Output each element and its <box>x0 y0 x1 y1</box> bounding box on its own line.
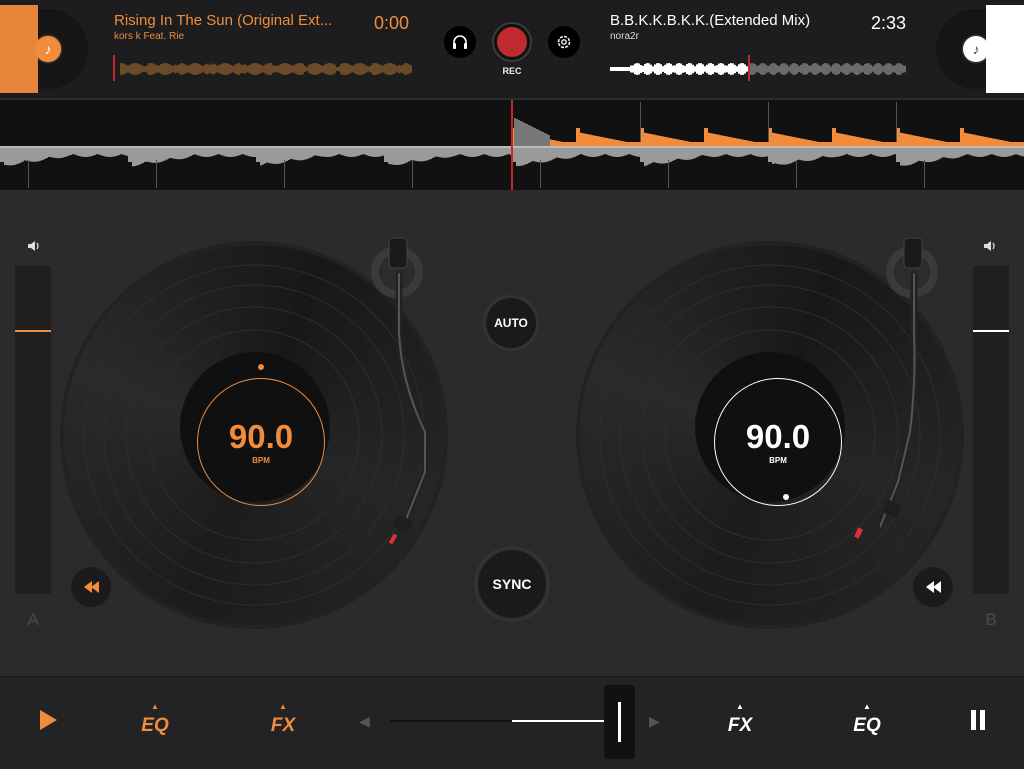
headphones-button[interactable] <box>444 26 476 58</box>
deck-b-album[interactable]: ♪ <box>934 5 1024 93</box>
play-icon <box>40 710 57 730</box>
deck-b-title: B.B.K.K.B.K.K.(Extended Mix) <box>610 12 811 29</box>
deck-b-artist: nora2r <box>610 31 639 42</box>
deck-b-bpm-label: BPM <box>769 455 787 465</box>
deck-b-bpm-display[interactable]: 90.0 BPM <box>714 378 842 506</box>
rewind-icon <box>926 581 941 593</box>
volume-icon <box>28 241 39 251</box>
deck-a-time: 0:00 <box>374 13 410 33</box>
volume-icon <box>984 241 995 251</box>
caret-up-icon: ▲ <box>736 702 744 711</box>
deck-b-pause-button[interactable] <box>960 695 996 745</box>
deck-b-mini-waveform[interactable] <box>610 55 908 81</box>
crossfader-track-left <box>390 720 512 722</box>
caret-up-icon: ▲ <box>279 702 287 711</box>
caret-up-icon: ▲ <box>151 702 159 711</box>
caret-up-icon: ▲ <box>863 702 871 711</box>
deck-a-volume-handle[interactable] <box>15 330 51 332</box>
deck-b-time: 2:33 <box>871 13 907 33</box>
deck-a-album[interactable]: ♪ ♪ <box>0 5 90 93</box>
deck-a-eq-button[interactable]: ▲ EQ <box>130 695 180 745</box>
deck-b-bpm-value: 90.0 <box>745 417 811 455</box>
pause-icon <box>971 710 985 730</box>
gear-icon <box>557 35 571 49</box>
deck-b-cue-button[interactable] <box>913 567 953 607</box>
deck-b-side-label: B <box>985 610 997 629</box>
deck-b-volume-fader[interactable] <box>973 266 1009 594</box>
deck-b-tonearm[interactable] <box>880 232 960 552</box>
music-note-icon: ♪ <box>963 36 989 62</box>
deck-a-artist: kors k Feat. Rie <box>114 31 185 42</box>
crossfader-handle[interactable] <box>604 685 635 759</box>
deck-b-volume-handle[interactable] <box>973 330 1009 332</box>
settings-button[interactable] <box>548 26 580 58</box>
sync-button[interactable]: SYNC <box>478 550 546 618</box>
rewind-icon <box>84 581 99 593</box>
deck-a-fx-button[interactable]: ▲ FX <box>258 695 308 745</box>
deck-b-position-dot <box>783 494 789 500</box>
deck-a-bpm-label: BPM <box>252 455 270 465</box>
deck-a-volume-fader[interactable] <box>15 266 51 594</box>
deck-a-bpm-value: 90.0 <box>228 417 294 455</box>
music-note-icon: ♪ <box>35 36 61 62</box>
deck-a-title: Rising In The Sun (Original Ext... <box>114 12 333 29</box>
deck-a-sleeve <box>0 5 38 93</box>
deck-a-eq-label: EQ <box>141 715 169 736</box>
deck-a-play-button[interactable] <box>30 695 66 745</box>
overview-waveform[interactable] <box>0 100 1024 190</box>
crossfader-right-arrow-icon[interactable]: ▶ <box>649 713 660 730</box>
crossfader-handle-line <box>618 702 621 742</box>
deck-b-fx-button[interactable]: ▲ FX <box>715 695 765 745</box>
headphones-icon <box>453 35 467 49</box>
rec-label: REC <box>502 66 522 76</box>
deck-a-cue-button[interactable] <box>71 567 111 607</box>
deck-a-bpm-display[interactable]: 90.0 BPM <box>197 378 325 506</box>
deck-a-side-label: A <box>27 610 39 629</box>
crossfader-left-arrow-icon[interactable]: ◀ <box>359 713 370 730</box>
rec-dot-icon <box>497 27 527 57</box>
deck-a-tonearm[interactable] <box>365 232 445 552</box>
deck-b-eq-button[interactable]: ▲ EQ <box>842 695 892 745</box>
deck-a-fx-label: FX <box>270 715 296 736</box>
auto-button[interactable]: AUTO <box>486 298 536 348</box>
deck-a-position-dot <box>258 364 264 370</box>
deck-b-sleeve <box>986 5 1024 93</box>
deck-b-eq-label: EQ <box>853 715 881 736</box>
deck-a-mini-waveform[interactable] <box>112 55 414 81</box>
rec-button[interactable] <box>492 22 532 62</box>
deck-b-fx-label: FX <box>727 715 753 736</box>
